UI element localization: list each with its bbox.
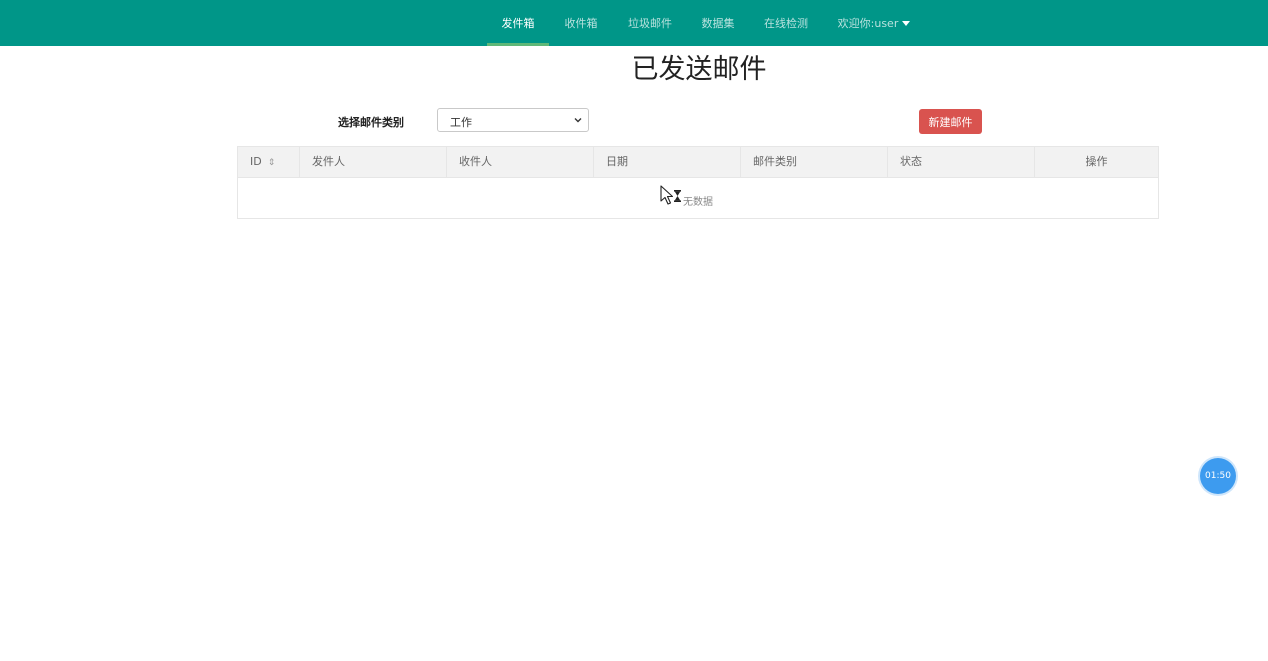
column-header-status: 状态: [888, 147, 1035, 177]
category-select-value: 工作: [450, 116, 472, 129]
user-menu-label: 欢迎你:user: [837, 17, 899, 30]
column-header-date: 日期: [594, 147, 741, 177]
nav-item-inbox[interactable]: 收件箱: [556, 0, 606, 46]
empty-message: 无数据: [683, 197, 713, 208]
busy-cursor-icon: [660, 185, 681, 205]
nav-item-outbox[interactable]: 发件箱: [487, 0, 549, 46]
user-menu[interactable]: 欢迎你:user: [832, 0, 916, 46]
mail-table: ID ⇕ 发件人 收件人 日期 邮件类别 状态 操作 无数据: [237, 146, 1159, 219]
column-header-id[interactable]: ID ⇕: [238, 147, 300, 177]
column-header-label: ID: [250, 155, 262, 168]
category-filter-label: 选择邮件类别: [338, 116, 404, 129]
column-header-sender: 发件人: [300, 147, 447, 177]
caret-down-icon: [902, 21, 911, 26]
sort-icon[interactable]: ⇕: [268, 148, 276, 178]
category-select[interactable]: 工作: [437, 108, 589, 132]
nav-item-dataset[interactable]: 数据集: [694, 0, 742, 46]
column-header-category: 邮件类别: [741, 147, 888, 177]
top-navbar: 发件箱 收件箱 垃圾邮件 数据集 在线检测 欢迎你:user: [0, 0, 1268, 46]
table-header: ID ⇕ 发件人 收件人 日期 邮件类别 状态 操作: [238, 147, 1158, 178]
nav-item-online-detection[interactable]: 在线检测: [756, 0, 816, 46]
floating-timer[interactable]: 01:50: [1200, 458, 1236, 494]
nav-item-spam[interactable]: 垃圾邮件: [620, 0, 680, 46]
new-mail-button[interactable]: 新建邮件: [919, 109, 982, 134]
column-header-recipient: 收件人: [447, 147, 594, 177]
page-title: 已发送邮件: [631, 54, 767, 85]
column-header-actions: 操作: [1085, 155, 1108, 168]
chevron-down-icon: [574, 118, 582, 123]
empty-row: 无数据: [238, 178, 1158, 218]
active-tab-underline: [487, 43, 549, 46]
